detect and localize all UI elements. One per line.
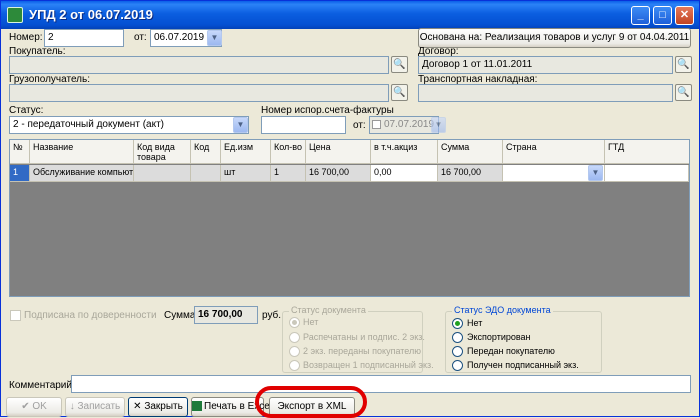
sum-value: 16 700,00 xyxy=(194,306,258,324)
close-window-button[interactable]: ✕ xyxy=(675,6,694,25)
cell-price[interactable]: 16 700,00 xyxy=(306,165,371,182)
app-icon xyxy=(7,7,23,23)
check-icon: ✔ xyxy=(21,401,33,412)
col-country[interactable]: Страна xyxy=(503,140,605,164)
proxy-label: Подписана по доверенности xyxy=(24,310,157,321)
save-icon: ↓ xyxy=(69,401,78,412)
table-header: № Название Код вида товара Код Ед.изм Ко… xyxy=(10,140,689,164)
edo-status-group: Статус ЭДО документа Нет Экспортирован П… xyxy=(445,305,602,373)
edo-status-radio-exported[interactable] xyxy=(452,332,463,343)
corr-date-dropdown-icon[interactable]: ▼ xyxy=(431,117,446,133)
cell-number[interactable]: 1 xyxy=(10,165,30,182)
col-number[interactable]: № xyxy=(10,140,30,164)
doc-status-radio-returned[interactable] xyxy=(289,360,300,371)
corr-date-label: от: xyxy=(353,120,366,131)
title-bar: УПД 2 от 06.07.2019 _ □ ✕ xyxy=(1,1,699,29)
waybill-field[interactable] xyxy=(418,84,673,102)
export-xml-highlight xyxy=(255,386,367,418)
minimize-button[interactable]: _ xyxy=(631,6,650,25)
col-excise[interactable]: в т.ч.акциз xyxy=(371,140,438,164)
col-code[interactable]: Код xyxy=(191,140,221,164)
number-label: Номер: xyxy=(9,32,43,43)
cell-quantity[interactable]: 1 xyxy=(271,165,306,182)
comment-field[interactable] xyxy=(71,375,691,393)
col-sum[interactable]: Сумма xyxy=(438,140,503,164)
cell-gtd[interactable] xyxy=(605,165,689,182)
col-unit[interactable]: Ед.изм xyxy=(221,140,271,164)
corr-date-checkbox[interactable] xyxy=(372,120,381,129)
cell-unit[interactable]: шт xyxy=(221,165,271,182)
currency-label: руб. xyxy=(262,310,282,321)
table-row[interactable]: 1 Обслуживание компьют… шт 1 16 700,00 0… xyxy=(10,165,689,182)
maximize-button[interactable]: □ xyxy=(653,6,672,25)
date-label: от: xyxy=(134,32,147,43)
date-dropdown-icon[interactable]: ▼ xyxy=(207,30,222,46)
buyer-search-icon[interactable]: 🔍 xyxy=(391,56,408,73)
save-button[interactable]: ↓ Записать xyxy=(65,397,125,417)
proxy-checkbox[interactable] xyxy=(10,310,21,321)
doc-status-radio-none[interactable] xyxy=(289,317,300,328)
edo-status-label-exported: Экспортирован xyxy=(467,332,531,342)
excel-icon xyxy=(192,401,202,412)
doc-status-label-none: Нет xyxy=(303,317,319,327)
close-label: Закрыть xyxy=(144,401,183,412)
status-dropdown-icon[interactable]: ▼ xyxy=(233,117,248,133)
close-button[interactable]: ✕ Закрыть xyxy=(128,397,188,417)
cell-goods-type[interactable] xyxy=(134,165,191,182)
col-gtd[interactable]: ГТД xyxy=(605,140,689,164)
window-title: УПД 2 от 06.07.2019 xyxy=(29,7,153,22)
col-quantity[interactable]: Кол-во xyxy=(271,140,306,164)
cell-code[interactable] xyxy=(191,165,221,182)
ok-label: OK xyxy=(32,401,47,412)
ok-button[interactable]: ✔ OK xyxy=(6,397,62,417)
save-label: Записать xyxy=(77,401,121,412)
col-goods-type[interactable]: Код вида товара xyxy=(134,140,191,164)
consignee-field[interactable] xyxy=(9,84,389,102)
edo-status-label-received: Получен подписанный экз. xyxy=(467,360,579,370)
contract-field[interactable]: Договор 1 от 11.01.2011 xyxy=(418,56,673,74)
waybill-search-icon[interactable]: 🔍 xyxy=(675,84,692,101)
edo-status-radio-received[interactable] xyxy=(452,360,463,371)
corr-invoice-label: Номер испор.счета-фактуры xyxy=(261,105,394,116)
print-excel-button[interactable]: Печать в Excel xyxy=(191,397,272,417)
upd-window: УПД 2 от 06.07.2019 _ □ ✕ Номер: 2 от: 0… xyxy=(0,0,700,418)
edo-status-radio-sent[interactable] xyxy=(452,346,463,357)
doc-status-radio-given[interactable] xyxy=(289,346,300,357)
close-icon: ✕ xyxy=(133,401,145,412)
edo-status-radio-none[interactable] xyxy=(452,318,463,329)
doc-status-label-printed: Распечатаны и подпис. 2 экз. xyxy=(303,332,425,342)
doc-status-group: Статус документа Нет Распечатаны и подпи… xyxy=(282,305,434,373)
edo-status-label-sent: Передан покупателю xyxy=(467,346,555,356)
corr-invoice-field[interactable] xyxy=(261,116,346,134)
status-select[interactable]: 2 - передаточный документ (акт) xyxy=(9,116,249,134)
doc-status-title: Статус документа xyxy=(289,305,368,315)
cell-name[interactable]: Обслуживание компьют… xyxy=(30,165,134,182)
number-field[interactable]: 2 xyxy=(44,29,124,47)
col-name[interactable]: Название xyxy=(30,140,134,164)
edo-status-label-none: Нет xyxy=(467,318,483,328)
buyer-field[interactable] xyxy=(9,56,389,74)
col-price[interactable]: Цена xyxy=(306,140,371,164)
items-table: № Название Код вида товара Код Ед.изм Ко… xyxy=(9,139,690,297)
status-label: Статус: xyxy=(9,105,44,116)
doc-status-label-given: 2 экз. переданы покупателю xyxy=(303,346,421,356)
doc-status-radio-printed[interactable] xyxy=(289,332,300,343)
cell-sum[interactable]: 16 700,00 xyxy=(438,165,503,182)
cell-excise[interactable]: 0,00 xyxy=(371,165,438,182)
edo-status-title: Статус ЭДО документа xyxy=(452,305,553,315)
consignee-search-icon[interactable]: 🔍 xyxy=(391,84,408,101)
country-dropdown-icon[interactable]: ▼ xyxy=(588,165,603,181)
comment-label: Комментарий: xyxy=(9,380,75,391)
doc-status-label-returned: Возвращен 1 подписанный экз. xyxy=(303,360,434,370)
based-on-button[interactable]: Основана на: Реализация товаров и услуг … xyxy=(418,28,691,48)
contract-search-icon[interactable]: 🔍 xyxy=(675,56,692,73)
